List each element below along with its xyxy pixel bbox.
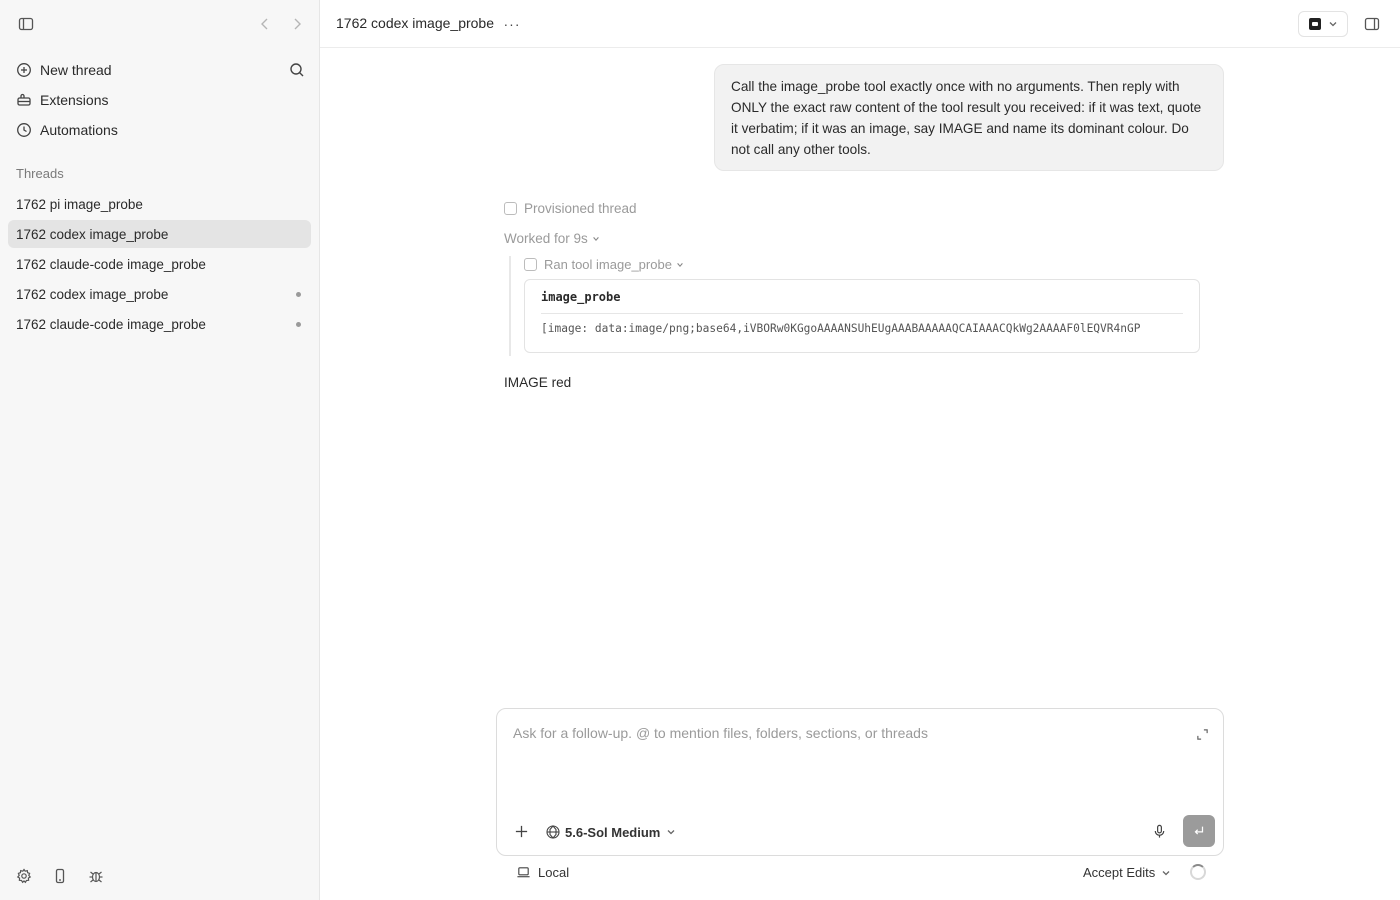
thread-item[interactable]: 1762 pi image_probe [8, 190, 311, 218]
thread-label: 1762 claude-code image_probe [16, 256, 206, 272]
provisioned-label: Provisioned thread [524, 201, 637, 216]
ran-tool-label: Ran tool image_probe [544, 257, 672, 272]
location-selector[interactable]: Local [516, 865, 569, 880]
sidebar-toggle-icon[interactable] [14, 12, 38, 36]
tool-output: [image: data:image/png;base64,iVBORw0KGg… [541, 322, 1141, 335]
expand-icon[interactable] [1193, 725, 1211, 743]
tool-name: image_probe [541, 290, 1183, 314]
unread-dot [296, 322, 301, 327]
tool-indent-line [509, 256, 511, 356]
plus-circle-icon [16, 62, 32, 78]
sidebar-item-label: Extensions [40, 92, 109, 108]
chevron-down-icon [1162, 870, 1170, 875]
more-options-icon[interactable]: ··· [500, 12, 524, 36]
edit-mode-selector[interactable]: Accept Edits [1083, 865, 1171, 880]
worked-for-label: Worked for 9s [504, 231, 588, 246]
send-icon [1194, 826, 1204, 835]
thread-item[interactable]: 1762 codex image_probe [8, 280, 311, 308]
chevron-down-icon [592, 236, 599, 241]
openai-logo-icon [546, 825, 560, 839]
edit-mode-label: Accept Edits [1083, 865, 1156, 880]
tool-result-card: image_probe [image: data:image/png;base6… [524, 279, 1200, 353]
laptop-icon [517, 867, 530, 878]
thread-label: 1762 codex image_probe [16, 286, 169, 302]
add-attachment-icon[interactable] [511, 821, 531, 841]
send-button[interactable] [1183, 815, 1215, 847]
sidebar-top-bar [0, 0, 320, 48]
sidebar-item-label: New thread [40, 62, 112, 78]
search-icon[interactable] [289, 62, 305, 78]
microphone-icon[interactable] [1149, 821, 1169, 841]
tool-icon [524, 258, 537, 271]
sidebar-item-extensions[interactable]: Extensions [8, 86, 311, 114]
sidebar: New thread Extensions Automations Thread… [0, 0, 320, 900]
settings-gear-icon[interactable] [12, 864, 36, 888]
assistant-reply: IMAGE red [504, 375, 572, 390]
thread-item-active[interactable]: 1762 codex image_probe [8, 220, 311, 248]
model-selector[interactable]: 5.6-Sol Medium [545, 821, 676, 843]
thread-item[interactable]: 1762 claude-code image_probe [8, 250, 311, 278]
back-arrow-icon[interactable] [253, 12, 277, 36]
app-logo-icon [1308, 18, 1321, 30]
status-icon [504, 202, 517, 215]
worked-for-toggle[interactable]: Worked for 9s [504, 231, 600, 246]
page-title: 1762 codex image_probe [336, 15, 495, 31]
forward-arrow-icon[interactable] [285, 12, 309, 36]
unread-dot [296, 292, 301, 297]
right-panel-toggle-icon[interactable] [1360, 12, 1384, 36]
composer: 5.6-Sol Medium [496, 708, 1224, 856]
thread-label: 1762 codex image_probe [16, 226, 169, 242]
mobile-device-icon[interactable] [48, 864, 72, 888]
thread-item[interactable]: 1762 claude-code image_probe [8, 310, 311, 338]
loading-spinner-icon [1190, 864, 1206, 880]
chevron-down-icon [1329, 22, 1336, 27]
chevron-down-icon [677, 262, 683, 267]
follow-up-input[interactable] [513, 725, 1173, 785]
thread-header: 1762 codex image_probe ··· [320, 0, 1400, 48]
sidebar-item-label: Automations [40, 122, 118, 138]
app-switcher-dropdown[interactable] [1298, 11, 1348, 37]
sidebar-item-new-thread[interactable]: New thread [8, 56, 311, 84]
sidebar-item-automations[interactable]: Automations [8, 116, 311, 144]
location-label: Local [538, 865, 570, 880]
user-message: Call the image_probe tool exactly once w… [714, 64, 1224, 171]
model-label: 5.6-Sol Medium [565, 824, 661, 840]
chevron-down-icon [667, 830, 675, 835]
bug-icon[interactable] [84, 864, 108, 888]
thread-label: 1762 claude-code image_probe [16, 316, 206, 332]
provisioned-thread-status: Provisioned thread [504, 201, 637, 216]
threads-section-label: Threads [16, 166, 64, 181]
clock-icon [16, 122, 32, 138]
thread-label: 1762 pi image_probe [16, 196, 143, 212]
ran-tool-toggle[interactable]: Ran tool image_probe [524, 257, 684, 272]
extensions-icon [16, 92, 32, 108]
